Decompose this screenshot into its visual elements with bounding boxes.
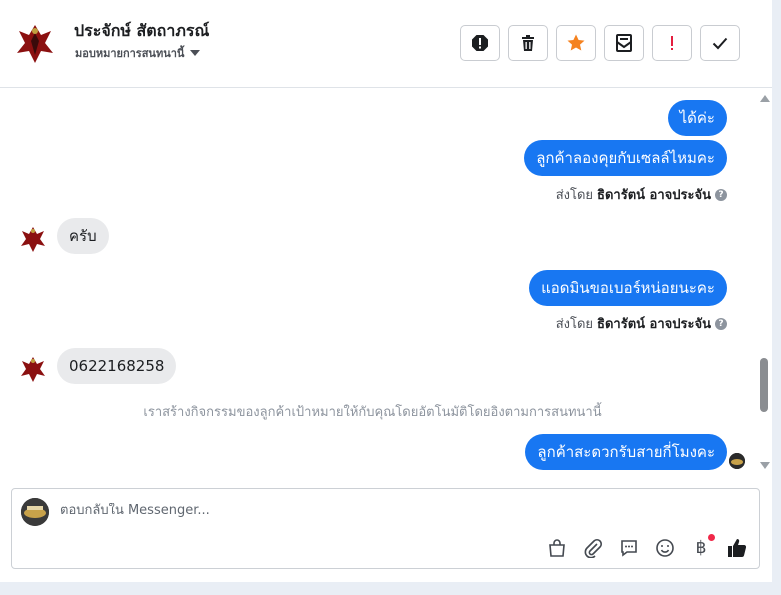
envelope-icon bbox=[616, 34, 632, 52]
sent-by-label: ส่งโดย ธิดารัตน์ อาจประจัน ? bbox=[556, 184, 727, 205]
message-incoming[interactable]: ครับ bbox=[57, 218, 109, 254]
caret-down-icon bbox=[190, 50, 201, 56]
message-outgoing[interactable]: ลูกค้าลองคุยกับเซลล์ไหมคะ bbox=[524, 140, 727, 176]
scroll-thumb[interactable] bbox=[760, 358, 768, 412]
mark-unread-button[interactable] bbox=[604, 25, 644, 61]
sender-name: ธิดารัตน์ อาจประจัน bbox=[597, 188, 711, 203]
attachment-icon[interactable] bbox=[581, 537, 605, 559]
assign-label: มอบหมายการสนทนานี้ bbox=[75, 47, 185, 60]
saved-replies-icon[interactable] bbox=[617, 537, 641, 559]
checkmark-icon bbox=[712, 37, 728, 50]
page-avatar bbox=[21, 498, 49, 526]
trash-icon bbox=[522, 35, 534, 51]
info-icon[interactable]: ? bbox=[715, 188, 727, 201]
sent-by-prefix: ส่งโดย bbox=[555, 188, 594, 203]
currency-symbol: ฿ bbox=[695, 538, 707, 558]
message-outgoing[interactable]: ลูกค้าสะดวกรับสายกี่โมงคะ bbox=[525, 434, 727, 470]
window-edge bbox=[772, 0, 781, 595]
message-incoming[interactable]: 0622168258 bbox=[57, 348, 177, 384]
contact-avatar-small bbox=[17, 223, 49, 255]
delete-button[interactable] bbox=[508, 25, 548, 61]
contact-avatar-small bbox=[17, 353, 49, 385]
reply-input[interactable] bbox=[60, 503, 660, 518]
sender-name: ธิดารัตน์ อาจประจัน bbox=[597, 317, 711, 332]
sent-by-label: ส่งโดย ธิดารัตน์ อาจประจัน ? bbox=[556, 313, 727, 334]
exclamation-icon bbox=[671, 36, 673, 50]
mark-spam-button[interactable] bbox=[460, 25, 500, 61]
seen-by-avatar bbox=[729, 453, 745, 469]
conversation-header: ประจักษ์ สัตถาภรณ์ มอบหมายการสนทนานี้ bbox=[0, 0, 772, 88]
scroll-up-arrow-icon[interactable] bbox=[760, 95, 770, 102]
inbox-conversation-panel: ประจักษ์ สัตถาภรณ์ มอบหมายการสนทนานี้ ได… bbox=[0, 0, 772, 582]
notification-dot bbox=[708, 534, 715, 541]
done-button[interactable] bbox=[700, 25, 740, 61]
emoji-icon[interactable] bbox=[653, 537, 677, 559]
message-outgoing[interactable]: ได้ค่ะ bbox=[667, 100, 727, 136]
thread-scrollbar[interactable] bbox=[757, 92, 771, 472]
sent-by-prefix: ส่งโดย bbox=[555, 317, 594, 332]
payment-icon[interactable]: ฿ bbox=[689, 534, 715, 559]
info-icon[interactable]: ? bbox=[715, 317, 727, 330]
star-button[interactable] bbox=[556, 25, 596, 61]
reply-composer: ฿ bbox=[11, 488, 760, 569]
message-outgoing[interactable]: แอดมินขอเบอร์หน่อยนะคะ bbox=[529, 270, 727, 306]
scroll-down-arrow-icon[interactable] bbox=[760, 462, 770, 469]
assign-conversation-dropdown[interactable]: มอบหมายการสนทนานี้ bbox=[75, 44, 201, 62]
like-icon[interactable] bbox=[725, 537, 749, 559]
message-thread: ได้ค่ะ ลูกค้าลองคุยกับเซลล์ไหมคะ ส่งโดย … bbox=[0, 88, 772, 476]
shopping-bag-icon[interactable] bbox=[545, 537, 569, 559]
follow-up-button[interactable] bbox=[652, 25, 692, 61]
star-icon bbox=[567, 34, 585, 51]
system-notice: เราสร้างกิจกรรมของลูกค้าเป้าหมายให้กับคุ… bbox=[143, 405, 602, 420]
alert-octagon-icon bbox=[472, 35, 488, 51]
contact-avatar[interactable] bbox=[11, 19, 59, 67]
contact-name[interactable]: ประจักษ์ สัตถาภรณ์ bbox=[74, 19, 209, 44]
